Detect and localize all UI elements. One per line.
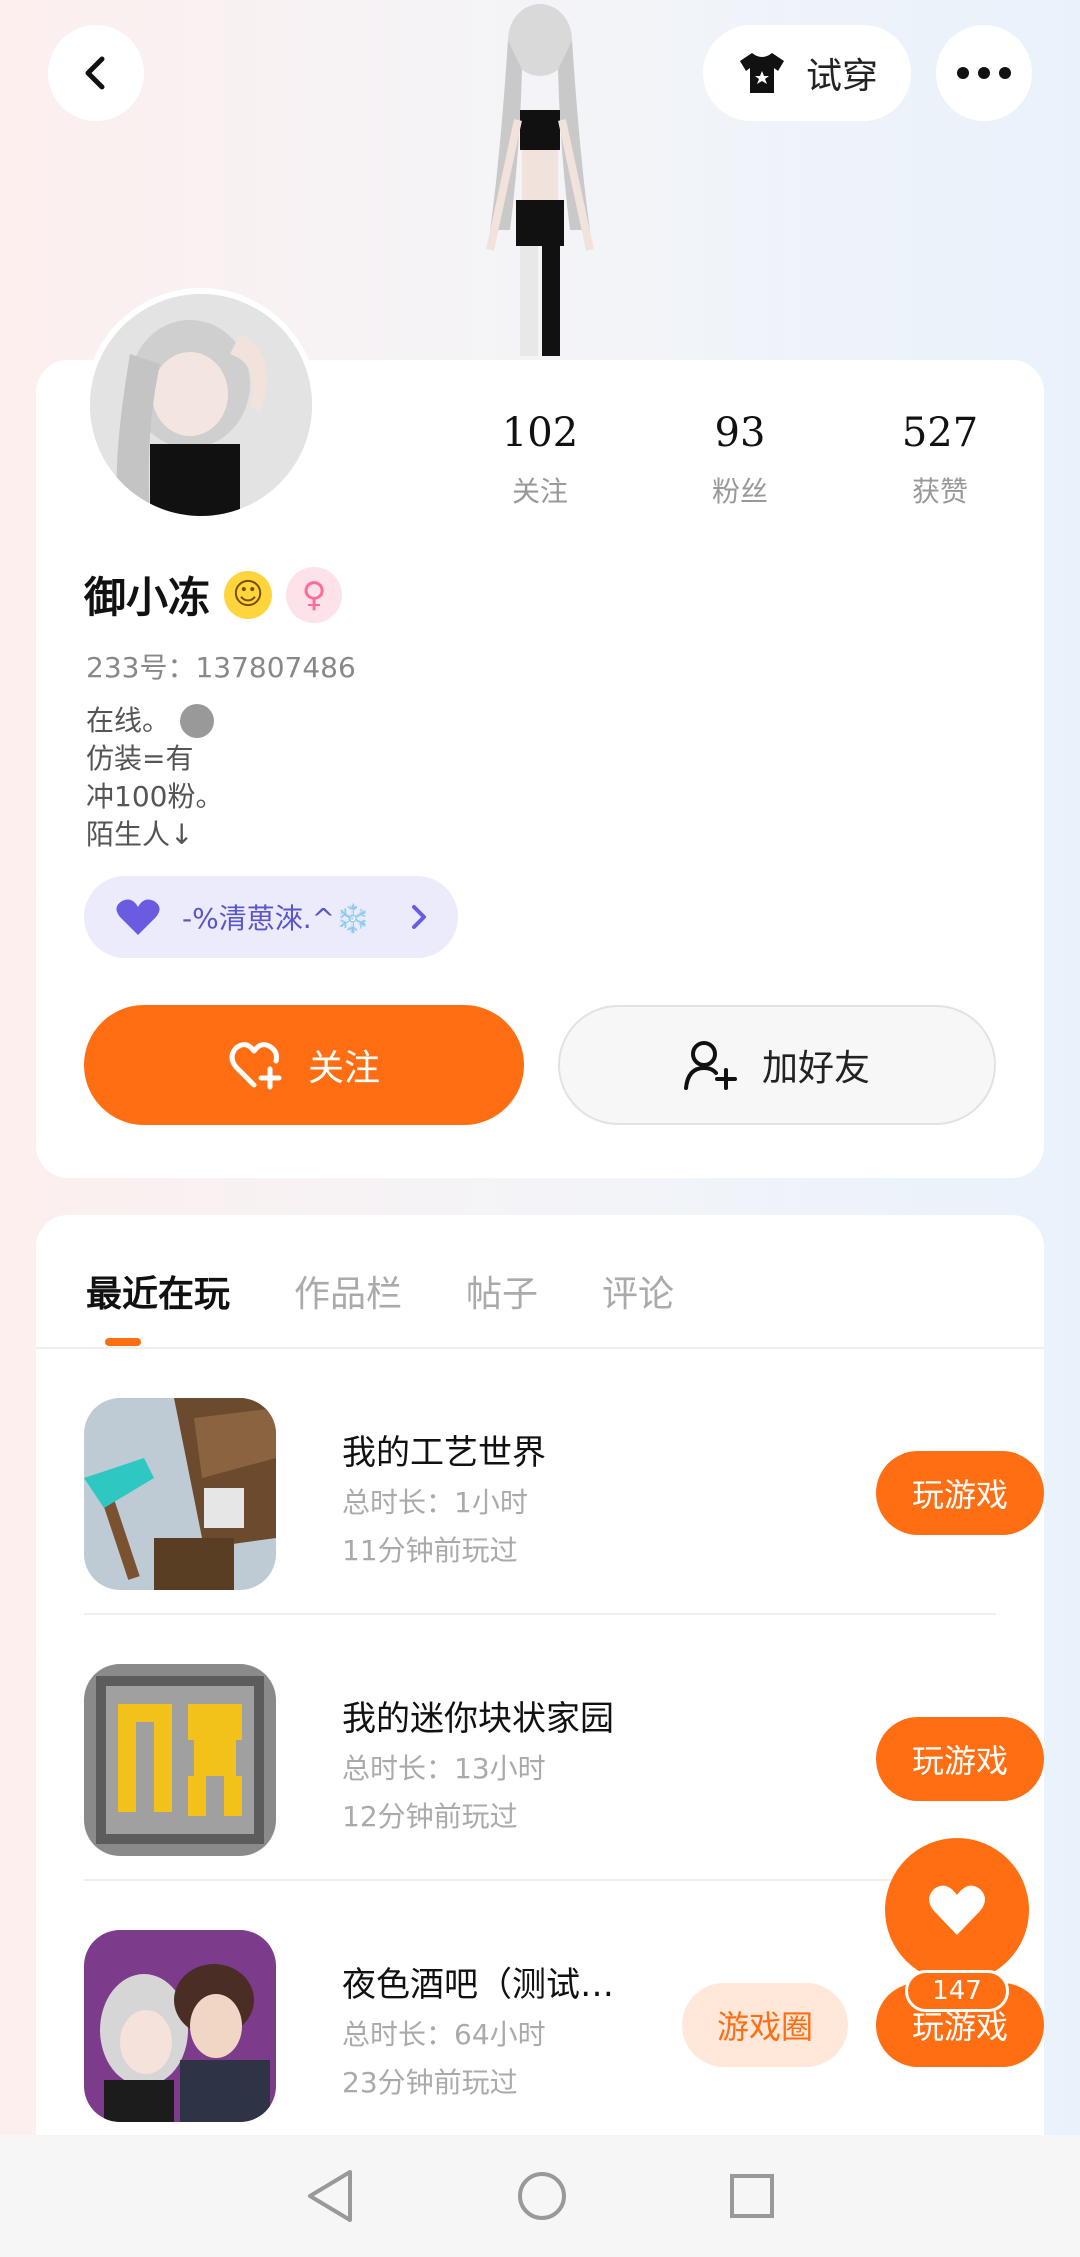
stat-label: 获赞 — [911, 475, 968, 508]
game-total-time: 总时长：13小时 — [342, 1752, 546, 1785]
like-button[interactable] — [885, 1838, 1029, 1982]
recents-square-icon[interactable] — [728, 2172, 776, 2220]
system-nav-bar — [0, 2135, 1080, 2257]
home-circle-icon[interactable] — [516, 2170, 568, 2222]
game-icon[interactable] — [84, 1398, 276, 1590]
stat-likes[interactable]: 527 获赞 — [840, 410, 1040, 510]
add-friend-label: 加好友 — [761, 1048, 870, 1089]
tag-text: -%清葸淶.^❄️ — [182, 902, 370, 935]
play-game-button[interactable]: 玩游戏 — [876, 1451, 1044, 1535]
bio-line: 在线。 — [86, 704, 171, 737]
back-triangle-icon[interactable] — [304, 2168, 356, 2224]
try-on-label: 试穿 — [805, 56, 878, 97]
back-button[interactable] — [48, 25, 144, 121]
bio: 在线。 仿装=有 冲100粉。 陌生人↓ — [86, 702, 223, 854]
game-title: 我的迷你块状家园 — [342, 1699, 614, 1739]
back-arrow-icon — [85, 56, 105, 90]
more-button[interactable] — [936, 25, 1032, 121]
game-row[interactable]: 我的迷你块状家园 总时长：13小时 12分钟前玩过 玩游戏 — [84, 1615, 1044, 1881]
content-card: 最近在玩 作品栏 帖子 评论 我的工艺世界 总时长：1小时 11分钟前玩过 玩游… — [36, 1215, 1044, 2257]
stat-value: 527 — [901, 410, 979, 456]
game-title: 我的工艺世界 — [342, 1433, 546, 1473]
avatar[interactable] — [84, 288, 318, 522]
tab-recent-played[interactable]: 最近在玩 — [86, 1265, 230, 1317]
bio-line: 冲100粉。 — [86, 780, 224, 813]
chevron-right-icon — [412, 905, 426, 929]
more-dots-icon — [957, 67, 1011, 79]
stat-label: 粉丝 — [711, 475, 768, 508]
heart-icon — [116, 899, 160, 935]
follow-label: 关注 — [307, 1048, 380, 1089]
tab-comments[interactable]: 评论 — [602, 1265, 674, 1317]
play-game-button[interactable]: 玩游戏 — [876, 1717, 1044, 1801]
game-total-time: 总时长：1小时 — [342, 1486, 528, 1519]
tab-bar: 最近在玩 作品栏 帖子 评论 — [86, 1265, 674, 1317]
stat-value: 102 — [501, 410, 579, 456]
add-user-icon — [683, 1041, 737, 1090]
tab-posts[interactable]: 帖子 — [466, 1265, 538, 1317]
user-id[interactable]: 233号：137807486 — [86, 646, 356, 686]
gray-face-emoji-icon — [180, 704, 215, 738]
game-total-time: 总时长：64小时 — [342, 2018, 546, 2051]
profile-tag-pill[interactable]: -%清葸淶.^❄️ — [84, 876, 458, 958]
game-last-played: 11分钟前玩过 — [342, 1534, 518, 1567]
game-row[interactable]: 我的工艺世界 总时长：1小时 11分钟前玩过 玩游戏 — [84, 1349, 1044, 1615]
tab-works[interactable]: 作品栏 — [294, 1265, 402, 1317]
stats-row: 102 关注 93 粉丝 527 获赞 — [440, 410, 1040, 510]
game-last-played: 12分钟前玩过 — [342, 1800, 518, 1833]
heart-plus-icon — [229, 1042, 282, 1090]
nickname: 御小冻 — [84, 573, 211, 622]
stat-label: 关注 — [511, 475, 568, 508]
game-icon[interactable] — [84, 1664, 276, 1856]
stat-following[interactable]: 102 关注 — [440, 410, 640, 510]
like-count-badge: 147 — [905, 1970, 1009, 2012]
game-title: 夜色酒吧（测试… — [342, 1965, 614, 2005]
try-on-button[interactable]: 试穿 — [703, 25, 911, 121]
bio-line: 陌生人↓ — [86, 818, 194, 851]
stat-value: 93 — [714, 410, 766, 456]
smiley-emoji-icon: ☺ — [224, 570, 273, 619]
heart-icon — [929, 1885, 985, 1935]
female-gender-icon: ♀ — [286, 566, 343, 623]
nickname-row: 御小冻 ☺ ♀ — [84, 564, 343, 625]
active-tab-indicator — [105, 1338, 141, 1346]
follow-button[interactable]: 关注 — [84, 1005, 524, 1125]
add-friend-button[interactable]: 加好友 — [558, 1005, 996, 1125]
bio-line: 仿装=有 — [86, 742, 194, 775]
game-circle-button[interactable]: 游戏圈 — [682, 1983, 848, 2067]
stat-followers[interactable]: 93 粉丝 — [640, 410, 840, 510]
game-last-played: 23分钟前玩过 — [342, 2066, 518, 2099]
avatar-character-image — [430, 0, 650, 360]
tshirt-icon — [739, 53, 784, 93]
game-icon[interactable] — [84, 1930, 276, 2122]
